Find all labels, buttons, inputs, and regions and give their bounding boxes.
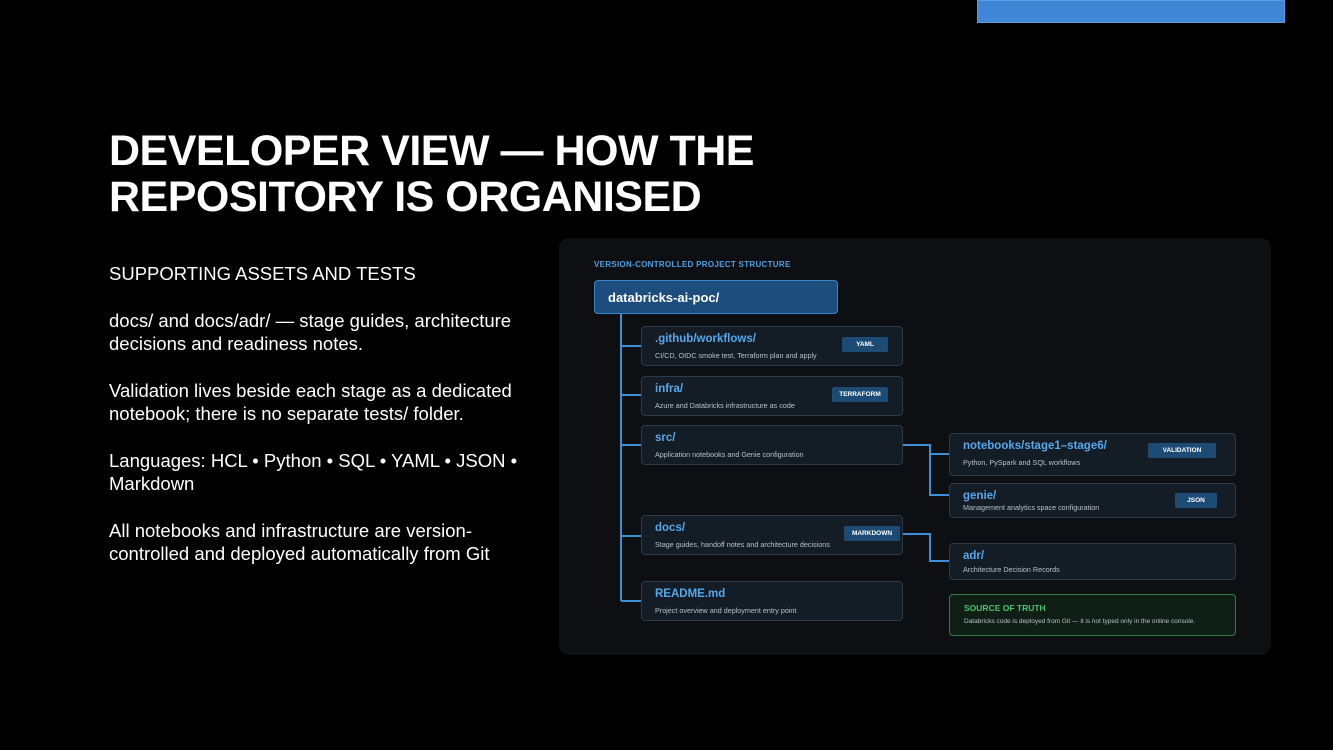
folder-name: notebooks/stage1–stage6/ [963,440,1107,452]
folder-description: Management analytics space configuration [963,503,1100,512]
folder-genie: genie/ Management analytics space config… [949,483,1236,518]
title-line-2: REPOSITORY IS ORGANISED [109,173,702,221]
folder-description: Project overview and deployment entry po… [655,606,797,615]
folder-name: README.md [655,588,726,600]
file-readme: README.md Project overview and deploymen… [641,581,903,621]
body-paragraph-docs: docs/ and docs/adr/ — stage guides, arch… [109,310,512,354]
folder-name: infra/ [655,383,684,395]
page-title: DEVELOPER VIEW — HOW THE REPOSITORY IS O… [109,128,869,220]
folder-adr: adr/ Architecture Decision Records [949,543,1236,580]
language-badge: TERRAFORM [832,387,888,402]
folder-description: Stage guides, handoff notes and architec… [655,540,830,549]
repository-structure-diagram: VERSION-CONTROLLED PROJECT STRUCTURE dat… [559,238,1271,655]
folder-description: CI/CD, OIDC smoke test, Terraform plan a… [655,351,817,360]
folder-name: src/ [655,432,676,444]
folder-github-workflows: .github/workflows/ CI/CD, OIDC smoke tes… [641,326,903,366]
root-folder-name: databricks-ai-poc/ [608,290,720,305]
folder-description: Python, PySpark and SQL workflows [963,458,1081,467]
body-text: SUPPORTING ASSETS AND TESTS docs/ and do… [109,262,549,589]
language-badge: YAML [842,337,888,352]
folder-description: Azure and Databricks infrastructure as c… [655,401,795,410]
callout-title: SOURCE OF TRUTH [964,603,1046,613]
body-paragraph-languages: Languages: HCL • Python • SQL • YAML • J… [109,450,518,494]
folder-notebooks: notebooks/stage1–stage6/ Python, PySpark… [949,433,1236,476]
source-of-truth-callout: SOURCE OF TRUTH Databricks code is deplo… [949,594,1236,636]
purpose-badge: VALIDATION [1148,443,1216,458]
callout-text: Databricks code is deployed from Git — i… [964,618,1196,625]
language-badge: JSON [1175,493,1217,508]
accent-bar [977,0,1285,23]
folder-src: src/ Application notebooks and Genie con… [641,425,903,465]
title-line-1: DEVELOPER VIEW — HOW THE [109,127,755,175]
folder-name: adr/ [963,550,985,562]
language-badge: MARKDOWN [844,526,900,541]
folder-description: Application notebooks and Genie configur… [655,450,804,459]
body-paragraph-validation: Validation lives beside each stage as a … [109,380,512,424]
connector-docs-adr [903,533,949,562]
body-paragraph-deployment: All notebooks and infrastructure are ver… [109,520,490,564]
folder-name: genie/ [963,490,997,502]
root-folder: databricks-ai-poc/ [594,280,838,314]
folder-infra: infra/ Azure and Databricks infrastructu… [641,376,903,416]
folder-name: .github/workflows/ [655,333,756,345]
folder-description: Architecture Decision Records [963,565,1060,574]
folder-name: docs/ [655,522,686,534]
folder-docs: docs/ Stage guides, handoff notes and ar… [641,515,903,555]
connector-src-genie [903,444,949,496]
body-heading: SUPPORTING ASSETS AND TESTS [109,263,416,284]
